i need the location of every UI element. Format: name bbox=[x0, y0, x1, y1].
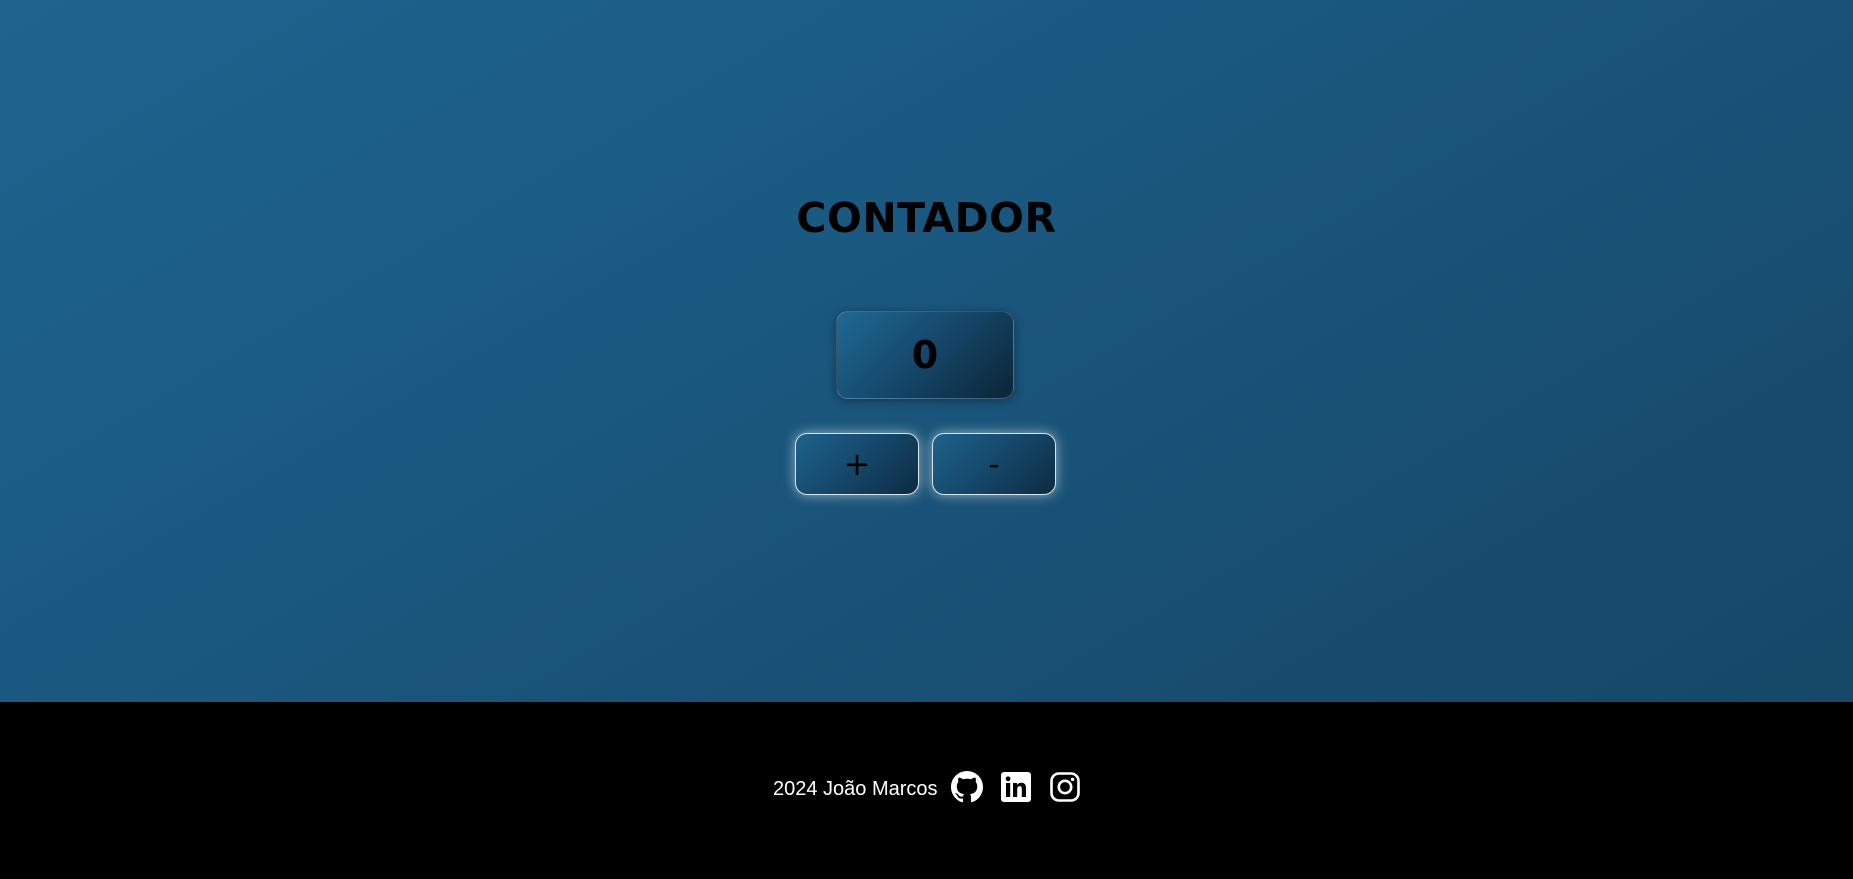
main-section: CONTADOR 0 + - bbox=[0, 0, 1853, 702]
decrement-button-label: - bbox=[988, 445, 1000, 483]
instagram-link[interactable] bbox=[1048, 770, 1082, 804]
footer-copyright: 2024 João Marcos bbox=[773, 777, 938, 800]
github-icon bbox=[950, 771, 983, 803]
decrement-button[interactable]: - bbox=[932, 433, 1056, 495]
github-link[interactable] bbox=[950, 770, 984, 804]
page-title: CONTADOR bbox=[796, 194, 1057, 242]
increment-button-label: + bbox=[843, 445, 871, 483]
counter-display: 0 bbox=[836, 311, 1014, 399]
increment-button[interactable]: + bbox=[795, 433, 919, 495]
counter-value: 0 bbox=[911, 333, 939, 377]
linkedin-icon bbox=[1000, 772, 1031, 802]
footer-content: 2024 João Marcos bbox=[773, 770, 1097, 804]
linkedin-link[interactable] bbox=[999, 770, 1033, 804]
instagram-icon bbox=[1049, 772, 1080, 802]
